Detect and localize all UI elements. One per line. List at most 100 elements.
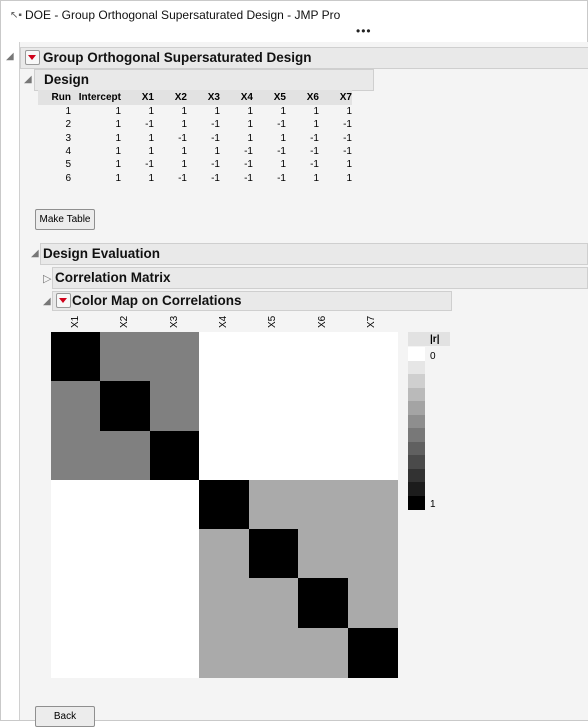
red-triangle-menu-icon[interactable]	[56, 293, 71, 308]
column-header: X7	[319, 90, 352, 105]
legend-swatch	[408, 387, 425, 402]
color-map-cell	[199, 578, 250, 629]
make-table-button[interactable]: Make Table	[35, 209, 95, 230]
table-cell: 1	[280, 132, 286, 144]
design-title: Design	[44, 72, 90, 87]
color-map-cell	[51, 529, 101, 580]
collapse-triangle-icon[interactable]: ◢	[24, 74, 32, 85]
table-row: 4 1 1 1 1 -1 -1 -1 -1	[38, 145, 352, 158]
table-cell: -1	[244, 159, 253, 171]
table-cell: -1	[310, 146, 319, 158]
table-cell: 1	[115, 146, 121, 158]
red-triangle-menu-icon[interactable]	[25, 50, 40, 65]
color-map-cell	[100, 578, 151, 629]
color-map-cell	[298, 381, 349, 432]
color-map-cell	[149, 627, 200, 678]
table-cell: 1	[181, 119, 187, 131]
table-cell: 1	[115, 119, 121, 131]
color-map-cell	[248, 578, 299, 629]
table-cell: -1	[277, 172, 286, 184]
table-cell: 1	[346, 172, 352, 184]
table-cell: -1	[211, 132, 220, 144]
table-cell: 1	[115, 132, 121, 144]
column-header: X4	[220, 90, 253, 105]
table-cell: -1	[310, 159, 319, 171]
collapse-triangle-icon[interactable]: ◢	[43, 296, 51, 307]
color-map-cell	[298, 430, 349, 481]
legend-max-label: 1	[430, 499, 436, 510]
table-cell: 1	[65, 106, 71, 118]
legend-swatch	[408, 482, 425, 496]
color-map-cell	[51, 332, 101, 382]
table-cell: -1	[178, 172, 187, 184]
table-cell: 3	[65, 132, 71, 144]
color-map-cell	[149, 578, 200, 629]
color-map-cell	[298, 479, 349, 530]
factor-label: X5	[267, 315, 279, 328]
table-cell: -1	[244, 146, 253, 158]
factor-label: X4	[218, 315, 229, 328]
legend-swatch	[408, 468, 425, 483]
table-cell: -1	[211, 172, 220, 184]
table-cell: 2	[65, 119, 71, 131]
table-cell: -1	[277, 119, 286, 131]
collapse-triangle-icon[interactable]: ◢	[31, 248, 39, 259]
correlation-color-map	[51, 332, 398, 678]
color-map-cell	[248, 479, 299, 530]
table-cell: 1	[148, 146, 154, 158]
color-map-cell	[51, 430, 101, 481]
column-header: X1	[121, 90, 154, 105]
design-evaluation-title: Design Evaluation	[43, 246, 161, 261]
more-options-button[interactable]: •••	[356, 25, 372, 37]
color-map-cell	[100, 430, 151, 481]
table-cell: -1	[277, 146, 286, 158]
table-cell: 1	[181, 159, 187, 171]
color-map-cell	[199, 332, 250, 382]
table-cell: -1	[310, 132, 319, 144]
color-map-cell	[347, 627, 398, 678]
factor-label: X6	[316, 315, 328, 328]
legend-min-label: 0	[430, 351, 436, 362]
color-map-cell	[298, 529, 349, 580]
table-cell: 1	[346, 159, 352, 171]
table-cell: 1	[148, 132, 154, 144]
table-row: 2 1 -1 1 -1 1 -1 1 -1	[38, 118, 352, 131]
color-map-cell	[347, 479, 398, 530]
table-cell: -1	[211, 159, 220, 171]
column-header: X2	[154, 90, 187, 105]
table-cell: -1	[211, 119, 220, 131]
column-header: Intercept	[71, 90, 121, 105]
table-cell: 4	[65, 146, 71, 158]
legend-swatch	[408, 347, 425, 361]
expand-triangle-icon[interactable]: ▷	[43, 272, 51, 285]
color-map-cell	[248, 430, 299, 481]
table-cell: 1	[148, 106, 154, 118]
color-map-cell	[100, 479, 151, 530]
factor-label: X7	[366, 315, 378, 328]
table-cell: 1	[313, 106, 319, 118]
table-cell: -1	[178, 132, 187, 144]
color-map-cell	[149, 381, 200, 432]
color-map-cell	[347, 381, 398, 432]
jmp-doc-icon: ↖▪	[10, 10, 22, 21]
color-map-cell	[51, 578, 101, 629]
table-cell: 1	[115, 106, 121, 118]
table-cell: -1	[343, 146, 352, 158]
collapse-triangle-icon[interactable]: ◢	[6, 51, 14, 62]
color-map-cell	[347, 332, 398, 382]
color-map-cell	[149, 430, 200, 481]
color-map-cell	[100, 332, 151, 382]
table-row: 6 1 1 -1 -1 -1 -1 1 1	[38, 171, 352, 184]
table-cell: 1	[115, 172, 121, 184]
legend-swatch	[408, 428, 425, 442]
table-cell: 1	[214, 106, 220, 118]
factor-label: X3	[168, 315, 180, 328]
back-button[interactable]: Back	[35, 706, 95, 727]
color-map-cell	[347, 430, 398, 481]
design-table: Run Intercept X1 X2 X3 X4 X5 X6 X7 11111…	[38, 90, 352, 185]
color-map-cell	[149, 479, 200, 530]
table-cell: 1	[214, 146, 220, 158]
legend-header-bg	[408, 332, 450, 346]
legend-swatch	[408, 495, 425, 510]
design-table-header: Run Intercept X1 X2 X3 X4 X5 X6 X7	[38, 90, 352, 105]
